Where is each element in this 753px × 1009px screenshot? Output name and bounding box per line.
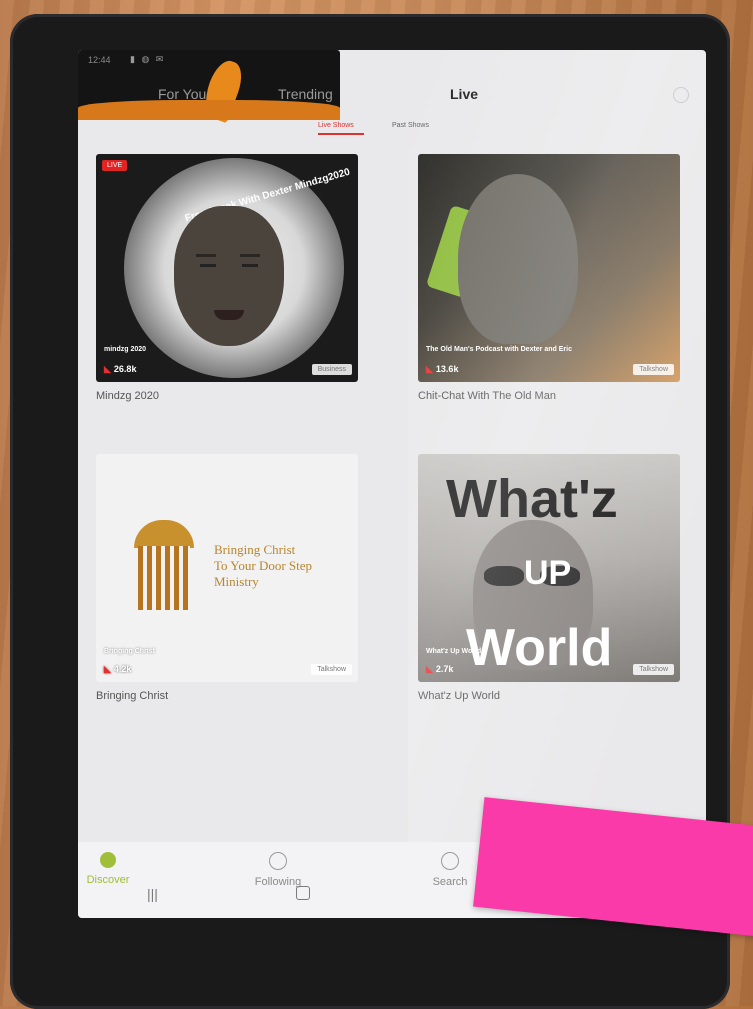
home-button[interactable] (296, 886, 310, 900)
category-badge: Talkshow (633, 664, 674, 675)
status-icons: ▮ ◍ ✉ (130, 54, 166, 64)
face-illustration (174, 206, 284, 346)
flame-band-graphic (78, 100, 340, 120)
app-screen: 12:44 ▮ ◍ ✉ For You Trending Live Live S… (78, 50, 706, 918)
eye-left (200, 264, 216, 267)
show-title[interactable]: Mindzg 2020 (96, 390, 159, 402)
nav-search-label: Search (432, 876, 468, 888)
show-thumbnail[interactable]: The Old Man's Podcast with Dexter and Er… (418, 154, 680, 382)
gate-logo-icon (134, 520, 194, 610)
lens-left (484, 566, 524, 586)
view-count-value: 2.7k (435, 664, 454, 674)
gate-arch (134, 520, 194, 548)
nav-discover[interactable]: Discover (78, 852, 148, 886)
tab-trending[interactable]: Trending (278, 86, 333, 102)
view-count: ◣ 13.6k (426, 364, 458, 375)
ministry-text: Bringing Christ To Your Door Step Minist… (214, 542, 312, 590)
ministry-line-1: Bringing Christ (214, 542, 296, 557)
brow-left (196, 254, 216, 257)
view-count: ◣ 26.8k (104, 364, 136, 375)
category-badge: Talkshow (311, 664, 352, 675)
view-count-value: 13.6k (435, 364, 459, 374)
mouth (214, 310, 244, 320)
nav-discover-label: Discover (86, 874, 130, 886)
view-count: ◣ 4.2k (104, 664, 131, 675)
thumbnail-caption: Bringing Christ (104, 648, 155, 655)
person-photo (458, 174, 578, 344)
view-count-value: 4.2k (113, 664, 132, 674)
recent-apps-button[interactable]: ||| (147, 886, 158, 902)
show-title[interactable]: Bringing Christ (96, 690, 168, 702)
show-thumbnail[interactable]: What'z UP World What'z Up World ◣ 2.7k Ta… (418, 454, 680, 682)
gate-columns (138, 546, 190, 610)
compass-icon (100, 852, 116, 868)
views-icon: ◣ (104, 664, 111, 674)
sub-tabs: Live Shows Past Shows (78, 120, 706, 138)
sub-tab-underline (318, 133, 364, 135)
profile-icon[interactable] (673, 87, 689, 103)
overlay-text-whatz: What'z (446, 469, 618, 529)
brow-right (240, 254, 260, 257)
sub-tab-past-shows[interactable]: Past Shows (392, 122, 429, 129)
thumbnail-caption: mindzg 2020 (104, 346, 147, 353)
view-count: ◣ 2.7k (426, 664, 453, 675)
thumbnail-caption: The Old Man's Podcast with Dexter and Er… (426, 346, 572, 353)
views-icon: ◣ (426, 664, 433, 674)
thumbnail-caption: What'z Up World (426, 648, 482, 655)
sub-tab-live-shows[interactable]: Live Shows (318, 122, 354, 129)
ministry-line-2: To Your Door Step (214, 558, 313, 573)
nav-following[interactable]: Following (238, 852, 318, 888)
views-icon: ◣ (426, 364, 433, 374)
show-title[interactable]: What'z Up World (418, 690, 500, 702)
tab-live[interactable]: Live (450, 86, 478, 102)
view-count-value: 26.8k (113, 364, 137, 374)
category-badge: Business (311, 364, 352, 375)
live-badge: LIVE (102, 160, 128, 171)
status-bar: 12:44 ▮ ◍ ✉ (78, 50, 706, 72)
category-badge: Talkshow (633, 364, 674, 375)
eye-right (242, 264, 258, 267)
show-thumbnail[interactable]: LIVE Free Speak With Dexter Mindzg2020 m… (96, 154, 358, 382)
views-icon: ◣ (104, 364, 111, 374)
search-icon (441, 852, 459, 870)
following-icon (269, 852, 287, 870)
overlay-text-up: UP (524, 554, 572, 592)
ministry-line-3: Ministry (214, 574, 259, 589)
overlay-text-world: World (466, 619, 613, 677)
show-thumbnail[interactable]: Bringing Christ To Your Door Step Minist… (96, 454, 358, 682)
nav-following-label: Following (254, 876, 302, 888)
status-time: 12:44 (88, 55, 111, 65)
show-title[interactable]: Chit-Chat With The Old Man (418, 390, 556, 402)
